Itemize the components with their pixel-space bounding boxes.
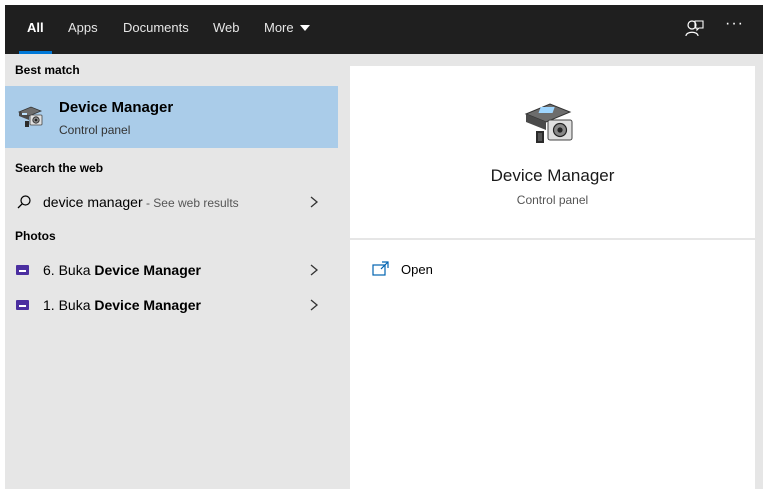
photo-result-match: Device Manager [94,297,201,313]
photo-icon [16,265,29,275]
preview-title: Device Manager [490,166,615,185]
results-panel: Best match Device Manager Control panel … [5,54,338,489]
feedback-icon[interactable] [683,18,705,40]
section-photos: Photos [15,229,56,243]
web-result-label: device manager - See web results [43,194,239,210]
preview-subtitle: Control panel [516,193,589,207]
chevron-right-icon[interactable] [309,263,319,277]
search-icon [17,195,31,209]
chevron-right-icon[interactable] [309,195,319,209]
open-external-icon [372,261,389,276]
photo-icon [16,300,29,310]
more-options-icon[interactable]: ··· [725,15,744,33]
web-query-text: device manager [43,194,143,210]
preview-panel: Device Manager Control panel Open [350,66,755,489]
best-match-subtitle: Control panel [59,123,131,137]
search-window: All Apps Documents Web More ··· Best mat… [5,5,763,489]
device-manager-icon [17,106,43,127]
web-result-hint: - See web results [142,196,239,210]
photo-result-row[interactable]: 6. Buka Device Manager [5,254,338,286]
divider [350,238,755,240]
chevron-right-icon[interactable] [309,298,319,312]
device-manager-icon [524,103,573,143]
tab-more-label: More [264,20,294,35]
photo-result-match: Device Manager [94,262,201,278]
section-search-web: Search the web [15,161,104,175]
best-match-title: Device Manager [59,99,174,116]
tab-apps[interactable]: Apps [68,5,98,54]
tab-more[interactable]: More [264,5,310,54]
photo-result-row[interactable]: 1. Buka Device Manager [5,289,338,321]
tab-documents[interactable]: Documents [123,5,189,54]
web-result-row[interactable]: device manager - See web results [5,186,338,218]
photo-result-label: 6. Buka Device Manager [43,262,201,278]
search-filter-bar: All Apps Documents Web More ··· [5,5,763,54]
best-match-item[interactable]: Device Manager Control panel [5,86,338,148]
caret-down-icon [299,24,310,31]
section-best-match: Best match [15,63,80,77]
tab-all[interactable]: All [19,5,52,54]
open-label: Open [401,262,433,277]
tab-web[interactable]: Web [213,5,240,54]
photo-result-prefix: 6. Buka [43,262,95,278]
photo-result-label: 1. Buka Device Manager [43,297,201,313]
photo-result-prefix: 1. Buka [43,297,95,313]
